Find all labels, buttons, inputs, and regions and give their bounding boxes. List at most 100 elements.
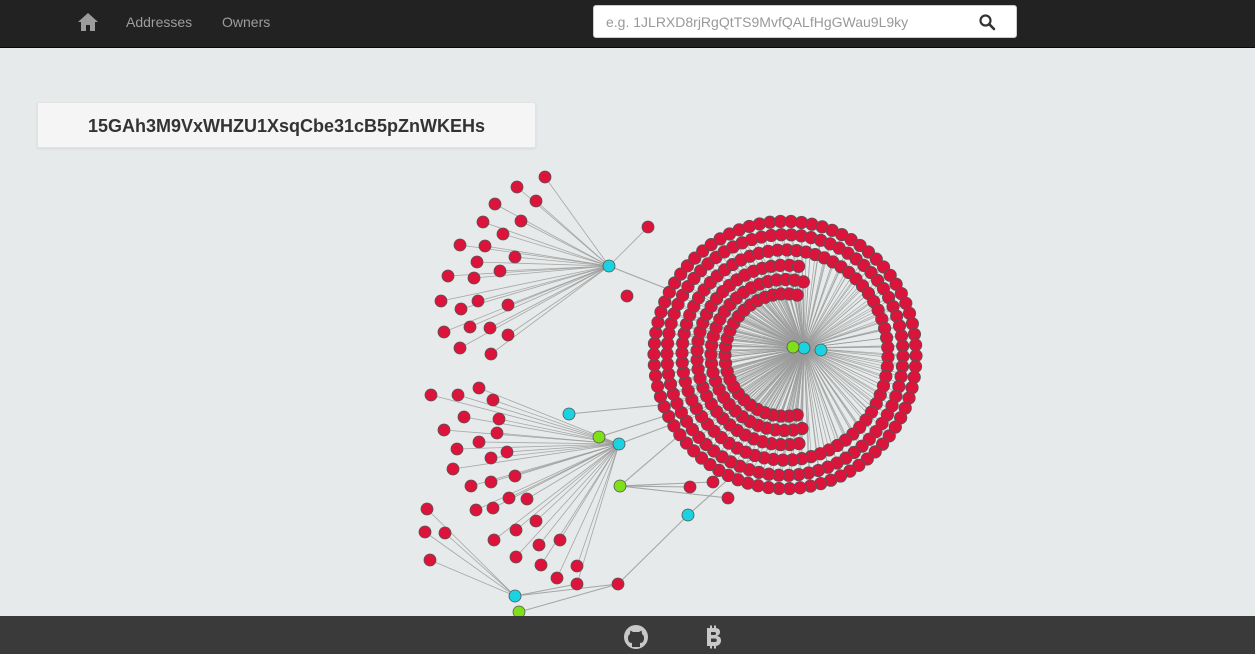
address-node[interactable] xyxy=(453,341,467,355)
address-node[interactable] xyxy=(454,302,468,316)
address-node[interactable] xyxy=(501,328,515,342)
graph-edge xyxy=(608,265,671,291)
address-node[interactable] xyxy=(486,393,500,407)
transaction-node[interactable] xyxy=(592,430,606,444)
address-node[interactable] xyxy=(529,514,543,528)
address-node[interactable] xyxy=(451,388,465,402)
address-node[interactable] xyxy=(520,492,534,506)
address-node[interactable] xyxy=(683,480,697,494)
transaction-node[interactable] xyxy=(562,407,576,421)
nav-link-owners[interactable]: Owners xyxy=(222,14,270,30)
home-icon[interactable] xyxy=(77,11,99,33)
transaction-node[interactable] xyxy=(612,437,626,451)
address-node[interactable] xyxy=(508,250,522,264)
address-node[interactable] xyxy=(467,271,481,285)
address-node[interactable] xyxy=(446,462,460,476)
address-node[interactable] xyxy=(790,288,804,302)
address-node[interactable] xyxy=(508,469,522,483)
address-node[interactable] xyxy=(441,269,455,283)
address-node[interactable] xyxy=(885,399,899,413)
address-node[interactable] xyxy=(463,320,477,334)
address-node[interactable] xyxy=(570,559,584,573)
address-node[interactable] xyxy=(484,475,498,489)
address-node[interactable] xyxy=(470,255,484,269)
address-node[interactable] xyxy=(876,379,891,393)
address-node[interactable] xyxy=(792,259,806,273)
address-node[interactable] xyxy=(434,294,448,308)
address-node[interactable] xyxy=(550,571,564,585)
graph-edge xyxy=(514,443,620,477)
address-node[interactable] xyxy=(450,442,464,456)
address-node[interactable] xyxy=(484,451,498,465)
address-node[interactable] xyxy=(486,501,500,515)
address-node[interactable] xyxy=(471,294,485,308)
address-node[interactable] xyxy=(509,550,523,564)
address-node[interactable] xyxy=(472,435,486,449)
github-icon[interactable] xyxy=(623,624,649,650)
transaction-graph[interactable] xyxy=(0,48,1255,616)
address-node[interactable] xyxy=(888,420,902,434)
search-form xyxy=(593,5,1017,38)
address-node[interactable] xyxy=(424,388,438,402)
nav-link-addresses[interactable]: Addresses xyxy=(126,14,192,30)
address-node[interactable] xyxy=(437,423,451,437)
transaction-node[interactable] xyxy=(512,605,526,616)
graph-edge xyxy=(444,532,516,597)
address-node[interactable] xyxy=(796,275,810,289)
address-node[interactable] xyxy=(641,220,655,234)
transaction-node[interactable] xyxy=(613,479,627,493)
address-node[interactable] xyxy=(484,347,498,361)
graph-edge xyxy=(426,508,516,597)
address-node[interactable] xyxy=(490,426,504,440)
address-node[interactable] xyxy=(529,194,543,208)
address-node[interactable] xyxy=(423,553,437,567)
address-node[interactable] xyxy=(487,533,501,547)
graph-edge xyxy=(608,226,649,267)
transaction-node[interactable] xyxy=(681,508,695,522)
address-node[interactable] xyxy=(457,410,471,424)
address-node[interactable] xyxy=(570,577,584,591)
address-node[interactable] xyxy=(492,412,506,426)
address-node[interactable] xyxy=(510,180,524,194)
address-node[interactable] xyxy=(483,321,497,335)
address-node[interactable] xyxy=(721,491,735,505)
address-node[interactable] xyxy=(532,538,546,552)
graph-edge xyxy=(568,404,661,415)
address-node[interactable] xyxy=(488,197,502,211)
search-input[interactable] xyxy=(594,6,964,37)
address-node[interactable] xyxy=(420,502,434,516)
address-node[interactable] xyxy=(478,239,492,253)
transaction-node[interactable] xyxy=(602,259,616,273)
address-node[interactable] xyxy=(620,289,634,303)
address-node[interactable] xyxy=(500,445,514,459)
navbar: Addresses Owners xyxy=(0,0,1255,48)
graph-edge xyxy=(518,583,619,613)
transaction-node[interactable] xyxy=(797,341,811,355)
address-node[interactable] xyxy=(611,577,625,591)
address-node[interactable] xyxy=(493,264,507,278)
address-node[interactable] xyxy=(464,479,478,493)
transaction-node[interactable] xyxy=(786,340,800,354)
bitcoin-icon[interactable] xyxy=(700,624,726,650)
address-node[interactable] xyxy=(418,525,432,539)
address-node[interactable] xyxy=(501,298,515,312)
address-node[interactable] xyxy=(472,381,486,395)
graph-edge xyxy=(544,176,610,267)
address-node[interactable] xyxy=(534,558,548,572)
address-node[interactable] xyxy=(514,214,528,228)
transaction-node[interactable] xyxy=(508,589,522,603)
address-node[interactable] xyxy=(438,526,452,540)
address-node[interactable] xyxy=(502,491,516,505)
address-node[interactable] xyxy=(509,523,523,537)
address-node[interactable] xyxy=(496,227,510,241)
graph-nodes xyxy=(418,170,923,616)
address-node[interactable] xyxy=(538,170,552,184)
address-node[interactable] xyxy=(706,475,720,489)
address-node[interactable] xyxy=(553,533,567,547)
address-node[interactable] xyxy=(476,215,490,229)
search-icon[interactable] xyxy=(978,13,996,31)
address-node[interactable] xyxy=(453,238,467,252)
address-node[interactable] xyxy=(437,325,451,339)
address-node[interactable] xyxy=(469,503,483,517)
transaction-node[interactable] xyxy=(814,343,828,357)
